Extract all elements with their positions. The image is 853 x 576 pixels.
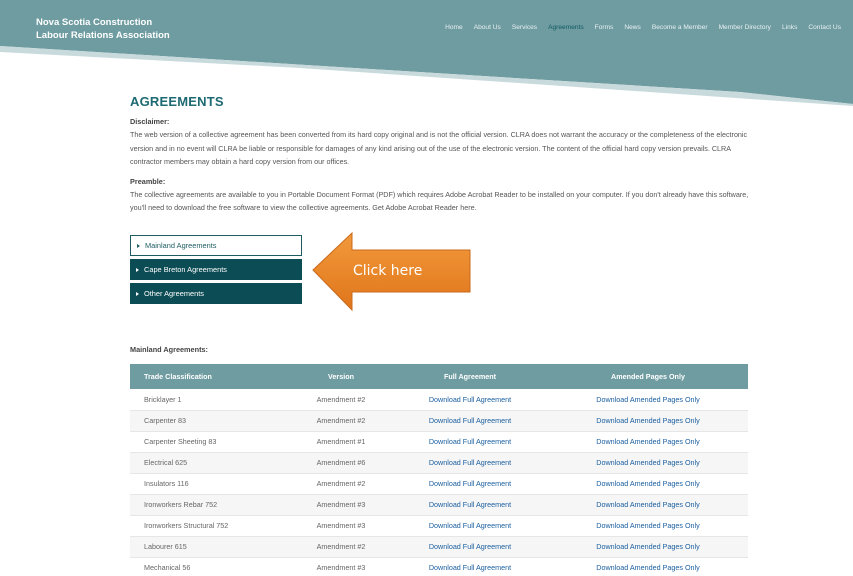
agreements-table: Trade Classification Version Full Agreem… xyxy=(130,364,748,576)
download-full-link[interactable]: Download Full Agreement xyxy=(429,479,511,488)
version-cell: Amendment #6 xyxy=(290,452,392,474)
version-cell: Amendment #2 xyxy=(290,536,392,558)
table-row: Mechanical 56 Amendment #3 Download Full… xyxy=(130,557,748,576)
col-header-amended: Amended Pages Only xyxy=(611,372,685,381)
download-full-link[interactable]: Download Full Agreement xyxy=(429,500,511,509)
table-row: Labourer 615 Amendment #2 Download Full … xyxy=(130,536,748,558)
trade-cell: Bricklayer 1 xyxy=(130,389,290,411)
nav-home[interactable]: Home xyxy=(445,24,463,31)
nav-news[interactable]: News xyxy=(624,24,641,31)
download-full-link[interactable]: Download Full Agreement xyxy=(429,416,511,425)
trade-cell: Ironworkers Rebar 752 xyxy=(130,494,290,516)
download-amended-link[interactable]: Download Amended Pages Only xyxy=(596,500,700,509)
download-amended-link[interactable]: Download Amended Pages Only xyxy=(596,479,700,488)
accordion-cape-breton-agreements[interactable]: Cape Breton Agreements xyxy=(130,259,302,280)
version-cell: Amendment #2 xyxy=(290,473,392,495)
table-row: Ironworkers Structural 752 Amendment #3 … xyxy=(130,515,748,537)
version-cell: Amendment #3 xyxy=(290,557,392,576)
table-row: Bricklayer 1 Amendment #2 Download Full … xyxy=(130,389,748,411)
download-full-link[interactable]: Download Full Agreement xyxy=(429,521,511,530)
version-cell: Amendment #2 xyxy=(290,389,392,411)
version-cell: Amendment #2 xyxy=(290,410,392,432)
version-cell: Amendment #3 xyxy=(290,515,392,537)
agreements-accordion: Mainland Agreements Cape Breton Agreemen… xyxy=(130,235,302,307)
nav-contact-us[interactable]: Contact Us xyxy=(808,24,841,31)
download-full-link[interactable]: Download Full Agreement xyxy=(429,542,511,551)
nav-agreements[interactable]: Agreements xyxy=(548,24,584,31)
disclaimer-text: The web version of a collective agreemen… xyxy=(130,130,748,166)
download-amended-link[interactable]: Download Amended Pages Only xyxy=(596,416,700,425)
caret-right-icon xyxy=(136,291,139,296)
disclaimer-label: Disclaimer: xyxy=(130,117,170,126)
trade-cell: Insulators 116 xyxy=(130,473,290,495)
download-full-link[interactable]: Download Full Agreement xyxy=(429,458,511,467)
table-row: Carpenter Sheeting 83 Amendment #1 Downl… xyxy=(130,431,748,453)
table-row: Electrical 625 Amendment #6 Download Ful… xyxy=(130,452,748,474)
accordion-label: Mainland Agreements xyxy=(145,241,217,250)
download-full-link[interactable]: Download Full Agreement xyxy=(429,437,511,446)
site-name-line1: Nova Scotia Construction xyxy=(36,17,153,28)
trade-cell: Mechanical 56 xyxy=(130,557,290,576)
download-amended-link[interactable]: Download Amended Pages Only xyxy=(596,563,700,572)
accordion-other-agreements[interactable]: Other Agreements xyxy=(130,283,302,304)
download-amended-link[interactable]: Download Amended Pages Only xyxy=(596,395,700,404)
table-row: Carpenter 83 Amendment #2 Download Full … xyxy=(130,410,748,432)
preamble-label: Preamble: xyxy=(130,176,166,186)
table-row: Ironworkers Rebar 752 Amendment #3 Downl… xyxy=(130,494,748,516)
nav-links[interactable]: Links xyxy=(782,24,797,31)
version-cell: Amendment #1 xyxy=(290,431,392,453)
download-amended-link[interactable]: Download Amended Pages Only xyxy=(596,458,700,467)
preamble-text: The collective agreements are available … xyxy=(130,189,749,213)
col-header-full-agreement: Full Agreement xyxy=(443,372,497,381)
main-content: AGREEMENTS Disclaimer: The web version o… xyxy=(130,94,750,223)
download-full-link[interactable]: Download Full Agreement xyxy=(429,395,511,404)
table-row: Insulators 116 Amendment #2 Download Ful… xyxy=(130,473,748,495)
col-header-trade: Trade Classification xyxy=(144,372,212,381)
table-header-row: Trade Classification Version Full Agreem… xyxy=(130,364,748,389)
download-amended-link[interactable]: Download Amended Pages Only xyxy=(596,542,700,551)
accordion-label: Other Agreements xyxy=(144,289,204,298)
nav-services[interactable]: Services xyxy=(512,24,537,31)
nav-become-member[interactable]: Become a Member xyxy=(652,24,708,31)
accordion-mainland-agreements[interactable]: Mainland Agreements xyxy=(130,235,302,256)
nav-member-directory[interactable]: Member Directory xyxy=(719,24,771,31)
site-logo[interactable]: Nova Scotia Construction Labour Relation… xyxy=(36,17,170,42)
table-label: Mainland Agreements: xyxy=(130,345,208,354)
nav-forms[interactable]: Forms xyxy=(595,24,614,31)
site-name-line2: Labour Relations Association xyxy=(36,29,170,41)
trade-cell: Labourer 615 xyxy=(130,536,290,558)
trade-cell: Carpenter 83 xyxy=(130,410,290,432)
main-nav: Home About Us Services Agreements Forms … xyxy=(434,24,841,31)
col-header-version: Version xyxy=(328,372,354,381)
download-amended-link[interactable]: Download Amended Pages Only xyxy=(596,437,700,446)
trade-cell: Ironworkers Structural 752 xyxy=(130,515,290,537)
trade-cell: Carpenter Sheeting 83 xyxy=(130,431,290,453)
accordion-label: Cape Breton Agreements xyxy=(144,265,227,274)
download-amended-link[interactable]: Download Amended Pages Only xyxy=(596,521,700,530)
trade-cell: Electrical 625 xyxy=(130,452,290,474)
click-here-label: Click here xyxy=(353,263,423,279)
caret-right-icon xyxy=(136,267,139,272)
version-cell: Amendment #3 xyxy=(290,494,392,516)
page-title: AGREEMENTS xyxy=(130,94,224,109)
nav-about-us[interactable]: About Us xyxy=(474,24,501,31)
caret-right-icon xyxy=(137,243,140,248)
download-full-link[interactable]: Download Full Agreement xyxy=(429,563,511,572)
